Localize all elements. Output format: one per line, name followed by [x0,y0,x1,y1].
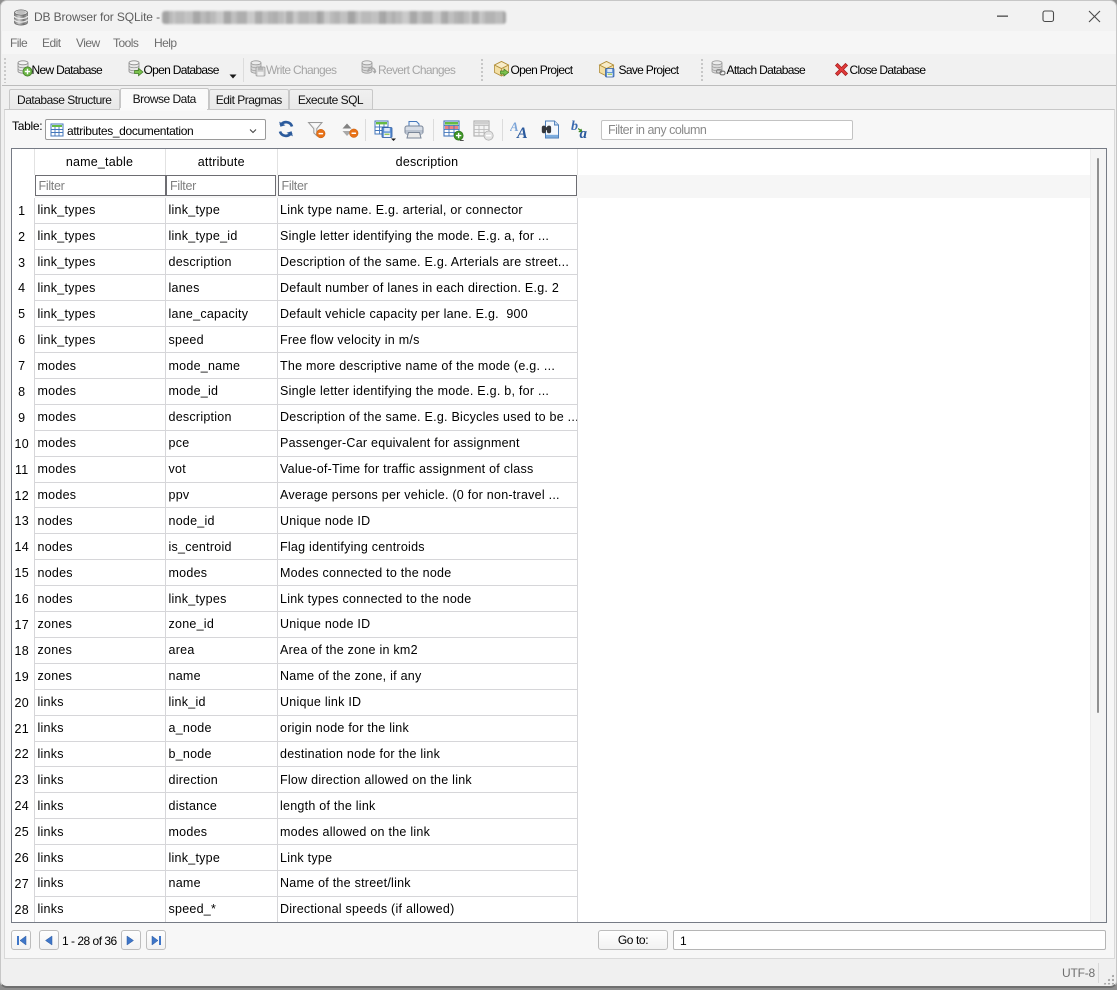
svg-text:a: a [580,126,588,139]
svg-text:b: b [571,119,578,134]
svg-text:A: A [516,125,528,139]
